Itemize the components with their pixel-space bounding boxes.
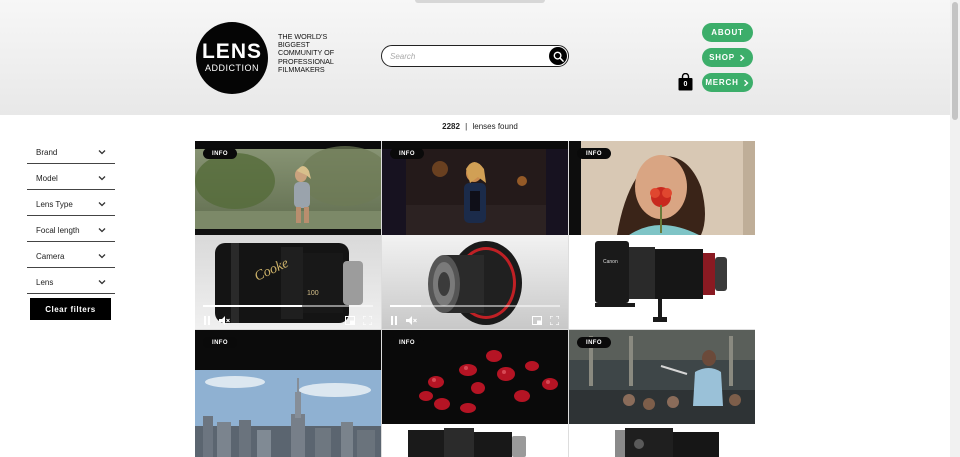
chevron-down-icon (98, 150, 106, 155)
mute-icon[interactable] (219, 316, 230, 325)
info-badge-label: INFO (212, 339, 228, 346)
results-label: lenses found (472, 122, 518, 131)
merch-button[interactable]: MERCH (702, 73, 753, 92)
lens-card[interactable]: INFO (382, 330, 568, 457)
svg-text:Canon: Canon (603, 259, 618, 265)
results-summary: 2282 | lenses found (0, 122, 960, 131)
picture-in-picture-icon[interactable] (532, 316, 542, 325)
card-thumbnail: INFO (569, 330, 755, 424)
card-thumbnail: INFO (195, 141, 381, 235)
chevron-down-icon (98, 176, 106, 181)
fullscreen-icon[interactable] (550, 316, 559, 325)
filter-label: Focal length (36, 225, 80, 235)
chevron-down-icon (98, 254, 106, 259)
logo-wordmark: LENS (201, 40, 262, 63)
scrollbar-thumb[interactable] (952, 2, 958, 120)
lens-grid: INFO Cooke 100 INFO INFO Canon INFO INFO… (195, 141, 755, 457)
video-progress-track[interactable] (390, 305, 560, 307)
chevron-down-icon (98, 228, 106, 233)
mute-icon[interactable] (406, 316, 417, 325)
info-badge-label: INFO (212, 150, 228, 157)
canon-zoom-lens-image: Canon (595, 241, 727, 322)
info-badge[interactable]: INFO (390, 337, 424, 348)
clear-filters-button[interactable]: Clear filters (30, 298, 111, 320)
product-image[interactable] (569, 424, 755, 457)
cine-lens-image (615, 428, 719, 457)
logo-subword: ADDICTION (205, 63, 259, 73)
results-separator: | (465, 122, 468, 131)
product-image[interactable]: Canon (569, 235, 755, 329)
fullscreen-icon[interactable] (363, 316, 372, 325)
pause-icon[interactable] (203, 316, 211, 325)
card-thumbnail: INFO (195, 330, 381, 457)
filter-model[interactable]: Model (27, 167, 115, 190)
filter-brand[interactable]: Brand (27, 141, 115, 164)
info-badge-label: INFO (586, 150, 602, 157)
product-video[interactable]: Cooke 100 (195, 235, 381, 329)
video-controls (195, 303, 381, 329)
lens-card[interactable]: INFO (569, 330, 755, 457)
search-icon (553, 51, 564, 62)
info-badge[interactable]: INFO (203, 337, 237, 348)
info-badge-label: INFO (399, 150, 415, 157)
chevron-down-icon (98, 280, 106, 285)
lens-card[interactable]: INFO (195, 330, 381, 457)
site-header: LENS ADDICTION THE WORLD'S BIGGEST COMMU… (0, 0, 960, 115)
filter-label: Lens Type (36, 199, 73, 209)
info-badge[interactable]: INFO (577, 337, 611, 348)
about-button[interactable]: ABOUT (702, 23, 753, 42)
pause-icon[interactable] (390, 316, 398, 325)
search-button[interactable] (549, 47, 567, 65)
merch-label: MERCH (705, 78, 739, 87)
search-box (381, 45, 569, 67)
video-progress-track[interactable] (203, 305, 373, 307)
filter-label: Model (36, 173, 58, 183)
cart-count: 0 (683, 81, 688, 88)
video-progress-fill (390, 305, 421, 307)
filter-lens-type[interactable]: Lens Type (27, 193, 115, 216)
about-label: ABOUT (711, 28, 744, 37)
results-count: 2282 (442, 122, 460, 131)
clear-filters-label: Clear filters (45, 304, 96, 314)
shop-button[interactable]: SHOP (702, 48, 753, 67)
prime-lens-image (408, 428, 526, 457)
page-scrollbar[interactable] (950, 0, 960, 457)
chevron-down-icon (98, 202, 106, 207)
filter-lens[interactable]: Lens (27, 271, 115, 294)
card-thumbnail: INFO (569, 141, 755, 235)
cart-button[interactable]: 0 (678, 73, 693, 91)
filter-label: Camera (36, 251, 65, 261)
filter-focal-length[interactable]: Focal length (27, 219, 115, 242)
product-video[interactable] (382, 235, 568, 329)
info-badge[interactable]: INFO (203, 148, 237, 159)
svg-text:100: 100 (307, 290, 319, 297)
filter-label: Lens (36, 277, 54, 287)
site-tagline: THE WORLD'S BIGGEST COMMUNITY OF PROFESS… (278, 32, 335, 74)
lens-card[interactable]: INFO (382, 141, 568, 329)
product-image[interactable] (382, 424, 568, 457)
chevron-right-icon (743, 79, 749, 86)
lens-card[interactable]: INFO Canon (569, 141, 755, 329)
filter-camera[interactable]: Camera (27, 245, 115, 268)
info-badge-label: INFO (399, 339, 415, 346)
search-input[interactable] (390, 49, 540, 63)
info-badge-label: INFO (586, 339, 602, 346)
new-york-skyline-image (195, 330, 381, 457)
lens-card[interactable]: INFO Cooke 100 (195, 141, 381, 329)
site-logo[interactable]: LENS ADDICTION (196, 22, 268, 94)
shop-label: SHOP (709, 53, 735, 62)
chevron-right-icon (739, 54, 745, 61)
card-thumbnail: INFO (382, 330, 568, 424)
video-controls (382, 303, 568, 329)
info-badge[interactable]: INFO (390, 148, 424, 159)
header-sheen (415, 0, 545, 3)
picture-in-picture-icon[interactable] (345, 316, 355, 325)
filter-label: Brand (36, 147, 58, 157)
card-thumbnail: INFO (382, 141, 568, 235)
info-badge[interactable]: INFO (577, 148, 611, 159)
video-progress-fill (203, 305, 302, 307)
